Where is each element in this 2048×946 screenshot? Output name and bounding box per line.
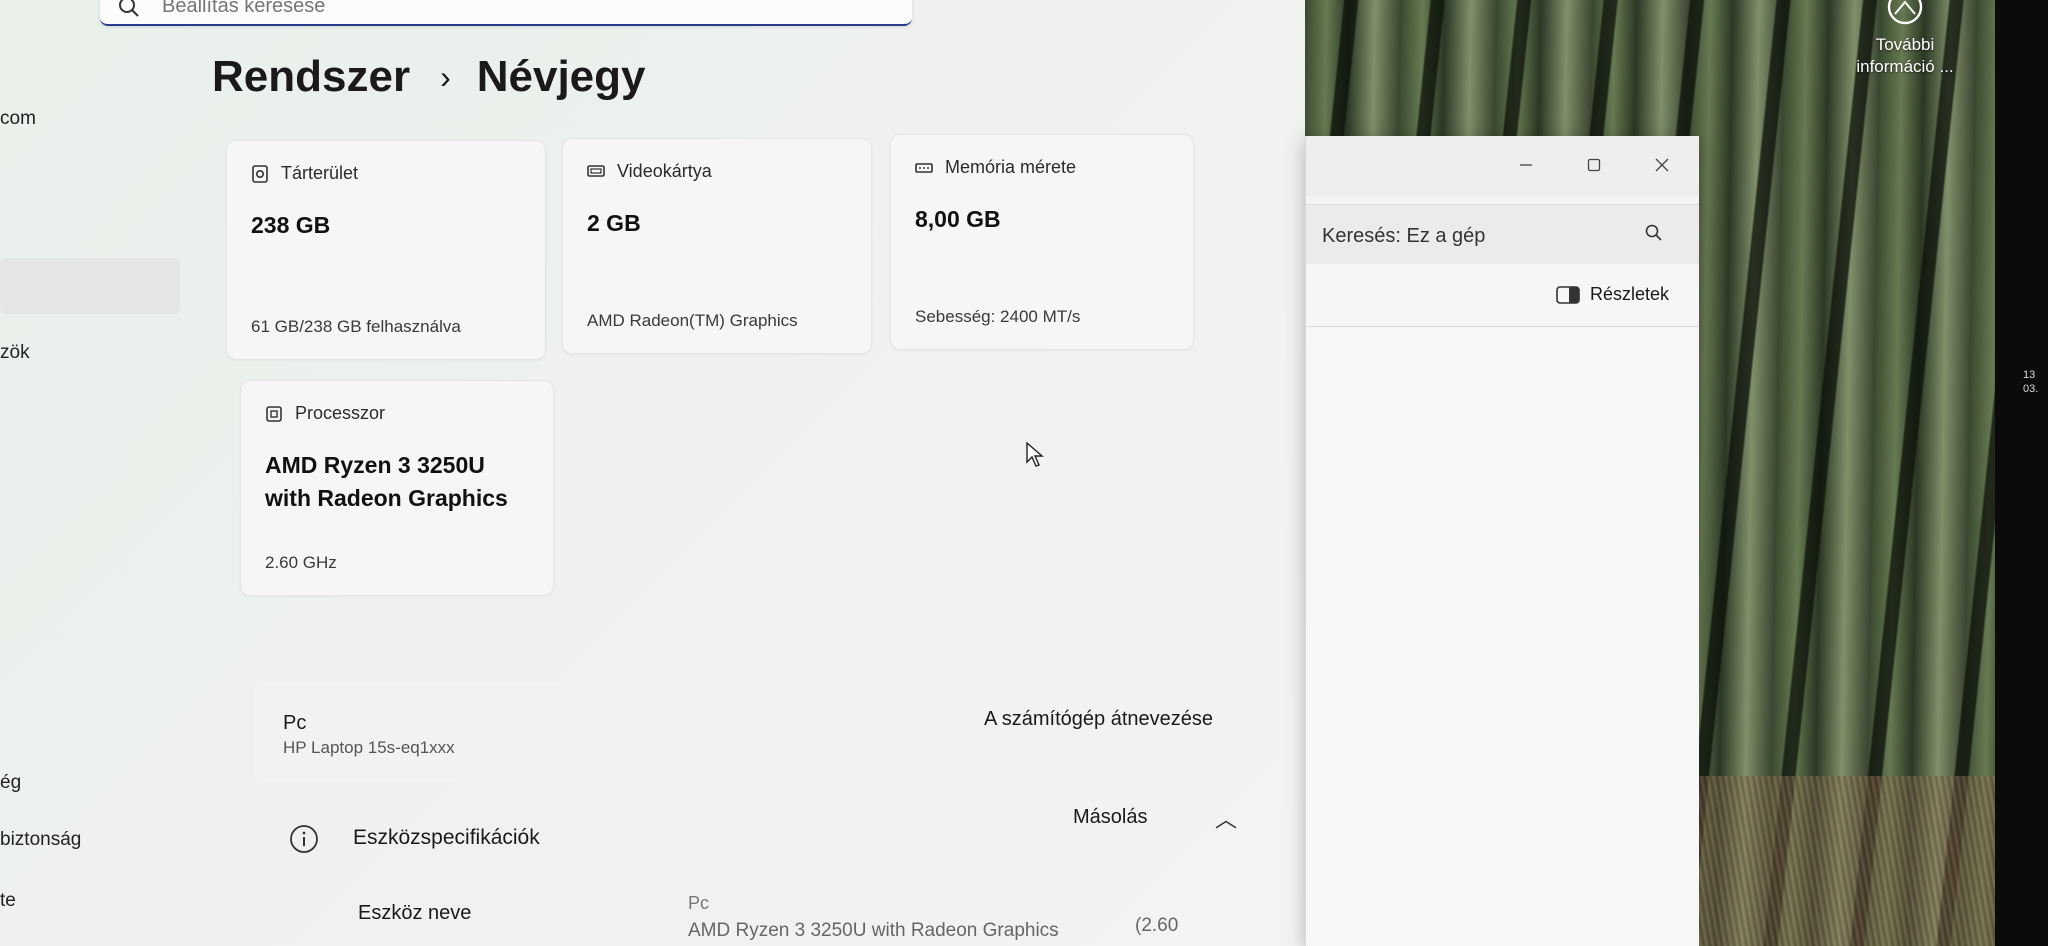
- processor-speed: 2.60 GHz: [265, 553, 337, 572]
- device-name-title: Pc: [283, 712, 307, 734]
- page-title: Névjegy: [476, 52, 646, 101]
- minimize-icon: [1520, 164, 1532, 166]
- storage-card-header: Tárterület: [251, 163, 358, 184]
- rename-pc-button[interactable]: A számítógép átnevezése: [972, 700, 1225, 739]
- memory-label: Memória mérete: [945, 157, 1077, 177]
- device-name-label: Eszköz neve: [358, 902, 472, 924]
- details-pane-label: Részletek: [1590, 284, 1670, 304]
- processor-icon: [266, 405, 282, 422]
- processor-spec-value: AMD Ryzen 3 3250U with Radeon Graphics: [688, 920, 1059, 941]
- breadcrumb: Rendszer › Névjegy: [212, 52, 646, 102]
- memory-icon: [915, 162, 933, 173]
- memory-card-header: Memória mérete: [915, 157, 1076, 178]
- info-widget-line2: információ ...: [1856, 57, 1954, 76]
- explorer-command-bar: Részletek: [1306, 264, 1699, 327]
- maximize-icon: [1587, 158, 1601, 172]
- info-icon: [290, 825, 318, 853]
- explorer-search-box[interactable]: Keresés: Ez a gép: [1306, 204, 1699, 266]
- close-button[interactable]: [1642, 148, 1682, 182]
- gpu-icon: [587, 164, 605, 177]
- minimize-button[interactable]: [1506, 148, 1546, 182]
- explorer-titlebar[interactable]: [1306, 136, 1699, 196]
- sidebar-item-fragment[interactable]: te: [0, 890, 16, 912]
- close-icon: [1655, 158, 1669, 172]
- storage-value: 238 GB: [251, 212, 331, 238]
- storage-card[interactable]: Tárterület 238 GB 61 GB/238 GB felhaszná…: [226, 140, 546, 360]
- processor-name-line1: AMD Ryzen 3 3250U: [265, 452, 485, 478]
- maximize-button[interactable]: [1574, 148, 1614, 182]
- collapse-chevron-icon[interactable]: ︿: [1215, 802, 1237, 834]
- device-name-value: Pc: [688, 893, 710, 913]
- processor-spec-suffix: (2.60: [1135, 915, 1179, 936]
- settings-search-box[interactable]: [100, 0, 912, 26]
- details-pane-icon: [1556, 285, 1580, 304]
- monitor-bezel: 13 03.: [1995, 0, 2048, 946]
- mouse-cursor-icon: [1026, 442, 1044, 467]
- search-icon: [119, 0, 139, 17]
- explorer-content-area[interactable]: [1306, 327, 1699, 946]
- device-name-row: Pc HP Laptop 15s-eq1xxx A számítógép átn…: [255, 682, 1255, 782]
- clock-date-fragment: 03.: [2023, 383, 2039, 395]
- clock-fragment: 13 03.: [2023, 368, 2038, 396]
- storage-usage: 61 GB/238 GB felhasználva: [251, 317, 461, 336]
- device-specs-header[interactable]: Eszközspecifikációk Másolás ︿: [255, 802, 1255, 872]
- device-model: HP Laptop 15s-eq1xxx: [283, 738, 455, 757]
- gpu-value: 2 GB: [587, 210, 641, 236]
- processor-card-header: Processzor: [265, 403, 385, 424]
- settings-search-input[interactable]: [160, 0, 864, 20]
- copy-specs-button[interactable]: Másolás: [1065, 802, 1155, 833]
- processor-name-line2: with Radeon Graphics: [265, 485, 508, 511]
- storage-label: Tárterület: [281, 163, 359, 183]
- explorer-search-placeholder[interactable]: Keresés: Ez a gép: [1322, 225, 1485, 248]
- sidebar-item-fragment[interactable]: com: [0, 108, 36, 130]
- memory-card[interactable]: Memória mérete 8,00 GB Sebesség: 2400 MT…: [890, 134, 1194, 350]
- memory-speed: Sebesség: 2400 MT/s: [915, 307, 1081, 326]
- storage-icon: [252, 164, 268, 183]
- sidebar-item-fragment[interactable]: biztonság: [0, 829, 81, 851]
- sidebar-item-fragment[interactable]: ég: [0, 772, 21, 794]
- gpu-name: AMD Radeon(TM) Graphics: [587, 311, 798, 330]
- camera-shutter-icon: [1887, 0, 1923, 25]
- breadcrumb-parent[interactable]: Rendszer: [212, 52, 410, 102]
- file-explorer-window: Keresés: Ez a gép Részletek: [1305, 136, 1699, 946]
- memory-value: 8,00 GB: [915, 206, 1001, 232]
- settings-window: com zök ég biztonság te Rendszer › Névje…: [0, 0, 1305, 946]
- processor-value: AMD Ryzen 3 3250U with Radeon Graphics: [265, 449, 508, 515]
- device-specs-title: Eszközspecifikációk: [353, 826, 540, 849]
- info-widget-line1: További: [1875, 35, 1935, 54]
- sidebar-item-fragment[interactable]: zök: [0, 342, 30, 364]
- wallpaper-info-widget[interactable]: További információ ...: [1845, 0, 1965, 78]
- gpu-card-header: Videokártya: [587, 161, 712, 182]
- search-icon[interactable]: [1644, 223, 1664, 243]
- breadcrumb-separator-icon: ›: [440, 58, 451, 95]
- details-pane-button[interactable]: Részletek: [1556, 284, 1669, 305]
- processor-label: Processzor: [295, 403, 386, 423]
- clock-time-fragment: 13: [2023, 369, 2036, 381]
- processor-card[interactable]: Processzor AMD Ryzen 3 3250U with Radeon…: [240, 380, 554, 596]
- sidebar-selected-item[interactable]: [0, 258, 180, 314]
- gpu-label: Videokártya: [617, 161, 712, 181]
- gpu-card[interactable]: Videokártya 2 GB AMD Radeon(TM) Graphics: [562, 138, 872, 354]
